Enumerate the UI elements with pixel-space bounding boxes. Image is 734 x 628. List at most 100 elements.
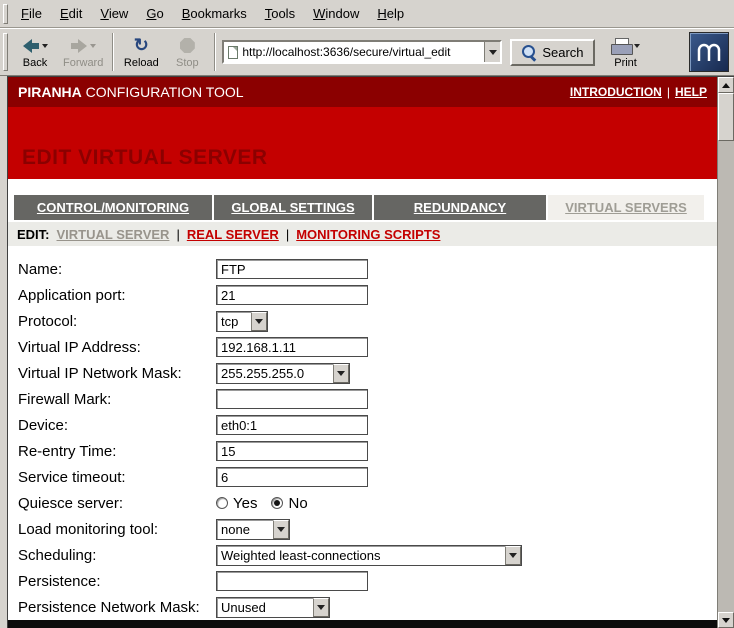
re-entry-time-input[interactable] — [216, 441, 368, 461]
chevron-down-icon — [277, 527, 285, 532]
virtual-ip-address-input[interactable] — [216, 337, 368, 357]
persistence-input[interactable] — [216, 571, 368, 591]
print-dropdown-icon[interactable] — [634, 44, 640, 48]
virtual-ip-network-mask-select-button[interactable] — [333, 364, 349, 383]
print-button[interactable]: Print — [603, 31, 649, 73]
form-row-service-timeout: Service timeout: — [18, 464, 717, 490]
tab-virtual-servers[interactable]: VIRTUAL SERVERS — [548, 195, 704, 220]
field-label-virtual-ip-network-mask: Virtual IP Network Mask: — [18, 365, 216, 382]
load-monitoring-tool-select-button[interactable] — [273, 520, 289, 539]
field-label-scheduling: Scheduling: — [18, 547, 216, 564]
persistence-network-mask-selected-option: Unused — [217, 598, 313, 617]
forward-dropdown-icon[interactable] — [90, 44, 96, 48]
back-arrow-icon — [23, 39, 39, 53]
site-title-rest: CONFIGURATION TOOL — [82, 84, 244, 100]
subnav-link-real-server[interactable]: REAL SERVER — [187, 227, 279, 242]
stop-label: Stop — [176, 57, 199, 69]
radio-label-no: No — [288, 495, 307, 512]
site-title-brand: PIRANHA — [18, 84, 82, 100]
page-proxy-icon[interactable] — [228, 46, 238, 59]
back-button[interactable]: Back — [12, 31, 58, 73]
field-label-device: Device: — [18, 417, 216, 434]
url-history-dropdown-button[interactable] — [484, 42, 500, 62]
protocol-select-button[interactable] — [251, 312, 267, 331]
persistence-network-mask-select[interactable]: Unused — [216, 597, 330, 618]
forward-button[interactable]: Forward — [58, 31, 108, 73]
menu-item-window[interactable]: Window — [304, 3, 368, 24]
url-input[interactable] — [242, 43, 480, 61]
field-label-name: Name: — [18, 261, 216, 278]
scrollbar-track[interactable] — [718, 141, 734, 612]
vertical-scrollbar[interactable] — [717, 77, 734, 628]
radio-icon — [216, 497, 228, 509]
tab-redundancy[interactable]: REDUNDANCY — [374, 195, 546, 220]
name-input[interactable] — [216, 259, 368, 279]
virtual-ip-network-mask-select[interactable]: 255.255.255.0 — [216, 363, 350, 384]
subnav-bar: EDIT: VIRTUAL SERVER |REAL SERVER|MONITO… — [8, 222, 717, 246]
stop-button[interactable]: Stop — [164, 31, 210, 73]
scrollbar-thumb[interactable] — [718, 93, 734, 141]
page-content: PIRANHA CONFIGURATION TOOL INTRODUCTION … — [8, 77, 717, 628]
help-link[interactable]: HELP — [675, 85, 707, 99]
persistence-network-mask-select-button[interactable] — [313, 598, 329, 617]
field-label-firewall-mark: Firewall Mark: — [18, 391, 216, 408]
subnav-prefix: EDIT: — [17, 227, 50, 242]
field-label-service-timeout: Service timeout: — [18, 469, 216, 486]
application-port-input[interactable] — [216, 285, 368, 305]
toolbar-separator — [112, 33, 114, 71]
form-row-virtual-ip-address: Virtual IP Address: — [18, 334, 717, 360]
form-row-firewall-mark: Firewall Mark: — [18, 386, 717, 412]
toolbar-grippy[interactable] — [3, 33, 8, 71]
form-row-load-monitoring-tool: Load monitoring tool:none — [18, 516, 717, 542]
chevron-down-icon — [255, 319, 263, 324]
load-monitoring-tool-select[interactable]: none — [216, 519, 290, 540]
print-icon — [611, 38, 631, 54]
form-row-scheduling: Scheduling:Weighted least-connections — [18, 542, 717, 568]
device-input[interactable] — [216, 415, 368, 435]
reload-button[interactable]: Reload — [118, 31, 164, 73]
quiesce-server-radio-yes[interactable]: Yes — [216, 495, 257, 512]
tab-global-settings[interactable]: GLOBAL SETTINGS — [214, 195, 372, 220]
subnav-link-monitoring-scripts[interactable]: MONITORING SCRIPTS — [296, 227, 440, 242]
chevron-down-icon — [337, 371, 345, 376]
firewall-mark-input[interactable] — [216, 389, 368, 409]
menu-item-tools[interactable]: Tools — [256, 3, 304, 24]
tab-bar: CONTROL/MONITORINGGLOBAL SETTINGSREDUNDA… — [8, 195, 717, 220]
field-label-virtual-ip-address: Virtual IP Address: — [18, 339, 216, 356]
quiesce-server-radio-no[interactable]: No — [271, 495, 307, 512]
menu-item-go[interactable]: Go — [137, 3, 172, 24]
menu-item-view[interactable]: View — [91, 3, 137, 24]
back-dropdown-icon[interactable] — [42, 44, 48, 48]
introduction-link[interactable]: INTRODUCTION — [570, 85, 662, 99]
virtual-ip-network-mask-selected-option: 255.255.255.0 — [217, 364, 333, 383]
menu-item-file[interactable]: File — [12, 3, 51, 24]
form-row-persistence: Persistence: — [18, 568, 717, 594]
scroll-down-button[interactable] — [718, 612, 734, 628]
search-button[interactable]: Search — [510, 39, 594, 66]
mozilla-logo[interactable] — [689, 32, 729, 72]
service-timeout-input[interactable] — [216, 467, 368, 487]
protocol-select[interactable]: tcp — [216, 311, 268, 332]
back-label: Back — [23, 57, 47, 69]
header-link-separator: | — [667, 85, 670, 99]
form-row-device: Device: — [18, 412, 717, 438]
scroll-up-button[interactable] — [718, 77, 734, 93]
menu-item-edit[interactable]: Edit — [51, 3, 91, 24]
site-title: PIRANHA CONFIGURATION TOOL — [18, 84, 244, 100]
form-row-persistence-network-mask: Persistence Network Mask:Unused — [18, 594, 717, 620]
tab-control-monitoring[interactable]: CONTROL/MONITORING — [14, 195, 212, 220]
scheduling-select-button[interactable] — [505, 546, 521, 565]
field-label-quiesce-server: Quiesce server: — [18, 495, 216, 512]
field-label-load-monitoring-tool: Load monitoring tool: — [18, 521, 216, 538]
menubar-grippy[interactable] — [3, 4, 8, 24]
forward-arrow-icon — [71, 39, 87, 53]
radio-label-yes: Yes — [233, 495, 257, 512]
protocol-selected-option: tcp — [217, 312, 251, 331]
subnav-separator: | — [286, 227, 289, 242]
menu-bar: FileEditViewGoBookmarksToolsWindowHelp — [0, 0, 734, 28]
browser-window: FileEditViewGoBookmarksToolsWindowHelp B… — [0, 0, 734, 628]
menu-item-bookmarks[interactable]: Bookmarks — [173, 3, 256, 24]
navigation-toolbar: Back Forward Reload Stop Search — [0, 28, 734, 76]
menu-item-help[interactable]: Help — [368, 3, 413, 24]
scheduling-select[interactable]: Weighted least-connections — [216, 545, 522, 566]
